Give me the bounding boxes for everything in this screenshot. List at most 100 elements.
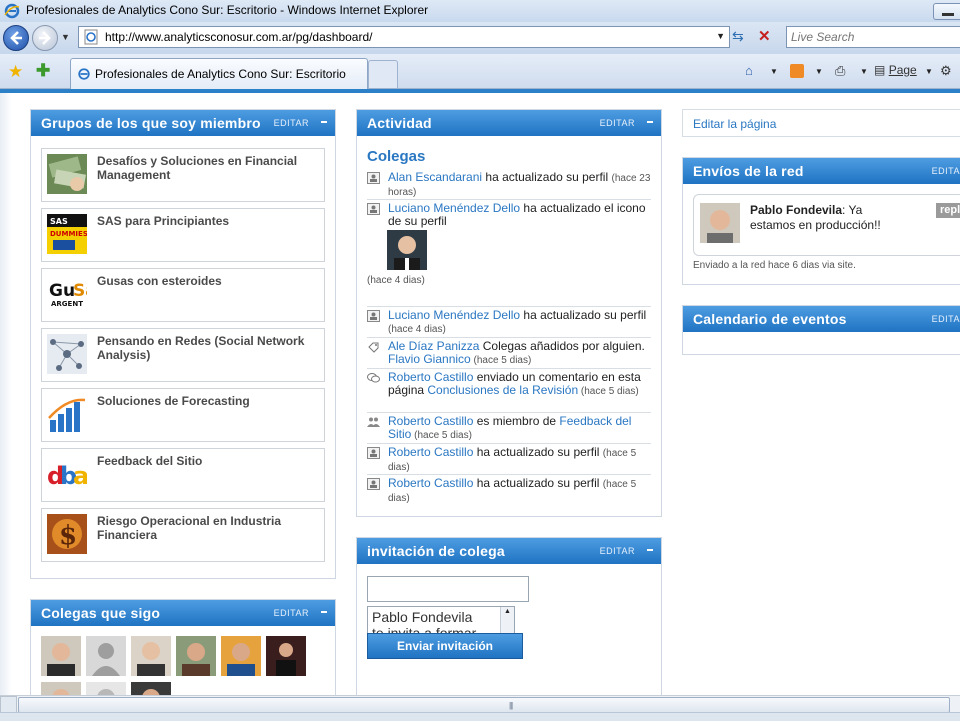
invitacion-collapse-icon[interactable]	[647, 549, 653, 551]
activity-user-link[interactable]: Roberto Castillo	[388, 476, 473, 490]
ie-page-icon	[78, 68, 90, 80]
activity-separator	[367, 368, 651, 369]
activity-user-link[interactable]: Ale Díaz Panizza	[388, 339, 479, 353]
actividad-collapse-icon[interactable]	[647, 121, 653, 123]
author-avatar[interactable]	[700, 203, 740, 243]
page-dropdown-icon[interactable]: ▼	[925, 67, 933, 76]
group-item[interactable]: Soluciones de Forecasting	[41, 388, 325, 442]
address-bar: ▼ http://www.analyticsconosur.com.ar/pg/…	[0, 22, 960, 54]
calendario-widget-header: Calendario de eventos EDITAR	[683, 306, 960, 332]
feeds-dropdown-icon[interactable]: ▼	[815, 67, 823, 76]
avatar[interactable]	[86, 682, 126, 695]
activity-user-link[interactable]: Roberto Castillo	[388, 445, 473, 459]
groups-widget: Grupos de los que soy miembro EDITAR Des…	[30, 109, 336, 579]
group-item[interactable]: Desafíos y Soluciones en Financial Manag…	[41, 148, 325, 202]
reply-button[interactable]: repl	[936, 203, 960, 218]
group-name[interactable]: Riesgo Operacional en Industria Financie…	[97, 514, 319, 542]
url-field[interactable]: http://www.analyticsconosur.com.ar/pg/da…	[78, 26, 730, 48]
tools-gear-icon[interactable]: ⚙	[940, 63, 952, 79]
live-search-input[interactable]	[787, 27, 960, 47]
comment-icon	[367, 373, 380, 383]
avatar[interactable]	[266, 636, 306, 676]
add-favorite-icon[interactable]: ✚	[36, 61, 50, 81]
group-name[interactable]: Soluciones de Forecasting	[97, 394, 319, 408]
group-name[interactable]: Desafíos y Soluciones en Financial Manag…	[97, 154, 319, 182]
invite-email-input[interactable]	[367, 576, 529, 602]
send-invitation-button[interactable]: Enviar invitación	[367, 633, 523, 659]
group-item[interactable]: SAS DUMMIES SAS para Principiantes	[41, 208, 325, 262]
actividad-widget-header: Actividad EDITAR	[357, 110, 661, 136]
activity-user-link[interactable]: Flavio Giannico	[388, 352, 471, 366]
colegas-collapse-icon[interactable]	[321, 611, 327, 613]
page-icon: ▤	[874, 63, 886, 77]
avatar[interactable]	[86, 636, 126, 676]
back-button[interactable]	[3, 25, 29, 51]
profile-photo-thumb[interactable]	[387, 230, 427, 270]
svg-text:SAS: SAS	[50, 217, 68, 226]
avatar[interactable]	[176, 636, 216, 676]
profile-icon	[367, 203, 380, 215]
scroll-left-icon[interactable]	[0, 696, 17, 713]
activity-user-link[interactable]: Luciano Menéndez Dello	[388, 308, 520, 322]
group-item[interactable]: $ Riesgo Operacional en Industria Financ…	[41, 508, 325, 562]
colegas-subtitle: Colegas	[367, 148, 426, 165]
group-name[interactable]: SAS para Principiantes	[97, 214, 319, 228]
activity-user-link[interactable]: Roberto Castillo	[388, 370, 473, 384]
envios-widget-header: Envíos de la red EDITAR	[683, 158, 960, 184]
envios-edit-button[interactable]: EDITAR	[932, 166, 960, 176]
history-dropdown-icon[interactable]: ▼	[61, 32, 70, 42]
activity-text: Colegas añadidos por alguien.	[479, 339, 645, 353]
stop-icon[interactable]: ✕	[758, 27, 771, 45]
favorites-star-icon[interactable]: ★	[8, 62, 23, 82]
home-icon[interactable]: ⌂	[745, 63, 753, 78]
activity-text: ha actualizado su perfil	[482, 170, 612, 184]
colegas-edit-button[interactable]: EDITAR	[274, 608, 309, 618]
avatar[interactable]	[41, 636, 81, 676]
wire-post-bubble: Pablo Fondevila: Ya estamos en producció…	[693, 194, 960, 256]
avatar[interactable]	[131, 636, 171, 676]
avatar[interactable]	[131, 682, 171, 695]
avatar[interactable]	[41, 682, 81, 695]
page-menu[interactable]: ▤ Page	[874, 63, 917, 77]
activity-user-link[interactable]: Roberto Castillo	[388, 414, 473, 428]
horizontal-scrollbar[interactable]: |||	[0, 695, 960, 713]
avatar[interactable]	[221, 636, 261, 676]
svg-text:DUMMIES: DUMMIES	[50, 230, 87, 238]
activity-page-link[interactable]: Conclusiones de la Revisión	[427, 383, 578, 397]
forward-button[interactable]	[32, 25, 58, 51]
group-name[interactable]: Gusas con esteroides	[97, 274, 319, 288]
activity-separator	[367, 306, 651, 307]
groups-edit-button[interactable]: EDITAR	[274, 118, 309, 128]
calendario-edit-button[interactable]: EDITAR	[932, 314, 960, 324]
actividad-edit-button[interactable]: EDITAR	[600, 118, 635, 128]
invitacion-edit-button[interactable]: EDITAR	[600, 546, 635, 556]
group-item[interactable]: Pensando en Redes (Social Network Analys…	[41, 328, 325, 382]
tab-dashboard[interactable]: Profesionales de Analytics Cono Sur: Esc…	[70, 58, 368, 89]
page-left-edge	[0, 93, 12, 695]
colegas-widget-header: Colegas que sigo EDITAR	[31, 600, 335, 626]
home-dropdown-icon[interactable]: ▼	[770, 67, 778, 76]
activity-user-link[interactable]: Alan Escandarani	[388, 170, 482, 184]
edit-page-link[interactable]: Editar la página	[693, 117, 776, 131]
activity-user-link[interactable]: Luciano Menéndez Dello	[388, 201, 520, 215]
group-name[interactable]: Pensando en Redes (Social Network Analys…	[97, 334, 319, 362]
new-tab-button[interactable]	[368, 60, 398, 88]
refresh-icon[interactable]: ⇆	[732, 28, 744, 45]
svg-text:a: a	[73, 462, 87, 490]
live-search-box[interactable]	[786, 26, 960, 48]
scroll-up-icon[interactable]: ▲	[504, 608, 511, 615]
group-item[interactable]: GuSaARGENT Gusas con esteroides	[41, 268, 325, 322]
minimize-button[interactable]	[933, 3, 960, 20]
groups-widget-title: Grupos de los que soy miembro	[41, 115, 261, 131]
activity-separator	[367, 474, 651, 475]
feeds-icon[interactable]	[790, 64, 804, 78]
group-item[interactable]: dba Feedback del Sitio	[41, 448, 325, 502]
wire-post-author[interactable]: Pablo Fondevila	[750, 203, 842, 217]
group-name[interactable]: Feedback del Sitio	[97, 454, 319, 468]
groups-collapse-icon[interactable]	[321, 121, 327, 123]
print-dropdown-icon[interactable]: ▼	[860, 67, 868, 76]
horizontal-scroll-thumb[interactable]: |||	[18, 697, 950, 713]
group-icon	[367, 417, 380, 427]
url-dropdown-icon[interactable]: ▼	[716, 31, 725, 41]
print-icon[interactable]: ⎙	[835, 63, 845, 79]
